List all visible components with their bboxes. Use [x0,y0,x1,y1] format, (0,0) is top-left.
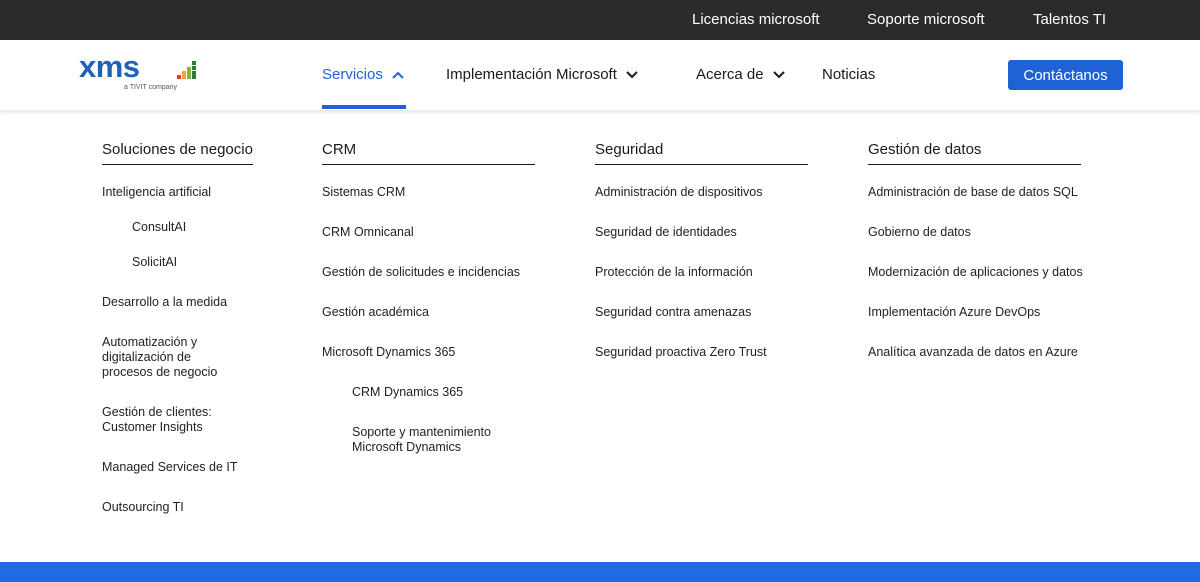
menu-link-proteccion-informacion[interactable]: Protección de la información [595,265,753,280]
menu-link-zero-trust[interactable]: Seguridad proactiva Zero Trust [595,345,767,360]
nav-acerca-de[interactable]: Acerca de [696,66,785,83]
logo-wordmark: xms [79,49,140,84]
logo-bars-icon [177,61,196,79]
logo-tagline: a TIVIT company [124,84,178,91]
chevron-up-icon [392,71,404,79]
active-nav-indicator [322,105,406,109]
column-title-soluciones: Soluciones de negocio [102,141,253,165]
nav-noticias-label: Noticias [822,66,876,83]
menu-link-seguridad-identidades[interactable]: Seguridad de identidades [595,225,737,240]
topbar-link-licencias[interactable]: Licencias microsoft [692,11,820,28]
chevron-down-icon [772,70,785,78]
menu-link-gestion-solicitudes[interactable]: Gestión de solicitudes e incidencias [322,265,520,280]
column-title-gestion-datos: Gestión de datos [868,141,1081,165]
bottom-blue-band [0,562,1200,582]
menu-link-automatizacion[interactable]: Automatización y digitalización de proce… [102,335,242,380]
menu-link-sql[interactable]: Administración de base de datos SQL [868,185,1078,200]
menu-link-crm-omnicanal[interactable]: CRM Omnicanal [322,225,414,240]
column-title-crm: CRM [322,141,535,165]
menu-link-seguridad-amenazas[interactable]: Seguridad contra amenazas [595,305,751,320]
chevron-down-icon [626,70,638,78]
menu-link-customer-insights[interactable]: Gestión de clientes: Customer Insights [102,405,227,435]
menu-link-crm-dynamics-365[interactable]: CRM Dynamics 365 [352,385,463,400]
topbar-link-talentos[interactable]: Talentos TI [1033,11,1106,28]
menu-link-modernizacion[interactable]: Modernización de aplicaciones y datos [868,265,1083,280]
main-navbar: xms a TIVIT company Servicios Implementa… [0,40,1200,110]
menu-link-dynamics-365[interactable]: Microsoft Dynamics 365 [322,345,455,360]
menu-link-analitica-azure[interactable]: Analítica avanzada de datos en Azure [868,345,1078,360]
top-utility-bar: Licencias microsoft Soporte microsoft Ta… [0,0,1200,40]
contact-button[interactable]: Contáctanos [1008,60,1123,90]
nav-servicios[interactable]: Servicios [322,66,404,83]
column-title-seguridad: Seguridad [595,141,808,165]
menu-link-consultai[interactable]: ConsultAI [132,220,186,235]
xms-logo[interactable]: xms a TIVIT company [79,49,201,95]
nav-implementacion-microsoft[interactable]: Implementación Microsoft [446,66,638,83]
menu-link-inteligencia-artificial[interactable]: Inteligencia artificial [102,185,211,200]
nav-servicios-label: Servicios [322,66,383,83]
menu-link-solicitai[interactable]: SolicitAI [132,255,177,270]
menu-link-soporte-dynamics[interactable]: Soporte y mantenimiento Microsoft Dynami… [352,425,522,455]
menu-link-administracion-dispositivos[interactable]: Administración de dispositivos [595,185,762,200]
menu-link-sistemas-crm[interactable]: Sistemas CRM [322,185,405,200]
topbar-link-soporte[interactable]: Soporte microsoft [867,11,985,28]
nav-implementacion-label: Implementación Microsoft [446,66,617,83]
menu-link-managed-services[interactable]: Managed Services de IT [102,460,238,475]
menu-link-outsourcing[interactable]: Outsourcing TI [102,500,184,515]
menu-link-gestion-academica[interactable]: Gestión académica [322,305,429,320]
menu-link-gobierno-datos[interactable]: Gobierno de datos [868,225,971,240]
menu-link-azure-devops[interactable]: Implementación Azure DevOps [868,305,1040,320]
menu-link-desarrollo-medida[interactable]: Desarrollo a la medida [102,295,227,310]
nav-acerca-label: Acerca de [696,66,764,83]
nav-noticias[interactable]: Noticias [822,66,875,83]
